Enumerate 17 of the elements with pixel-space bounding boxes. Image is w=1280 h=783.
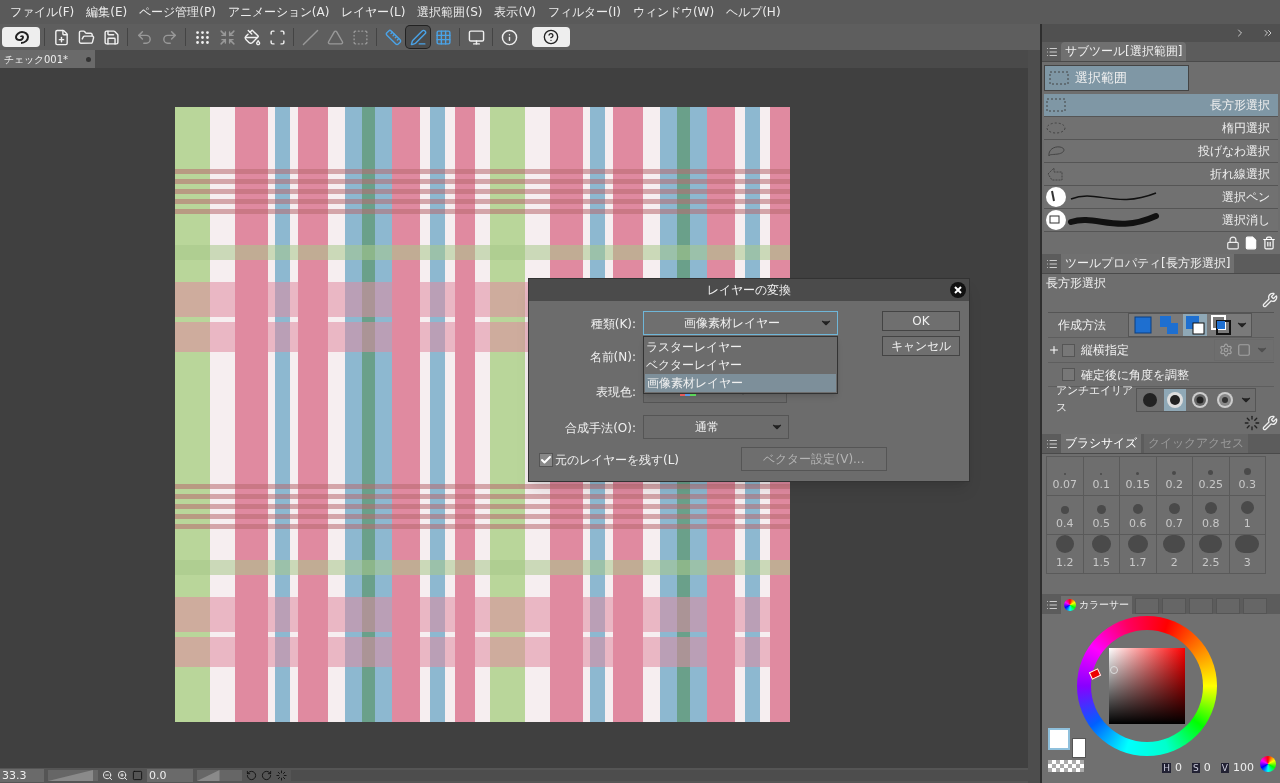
aspect-label: 縦横指定 — [1081, 342, 1130, 359]
channel-value: 0 — [1203, 760, 1211, 776]
type-label: 種類(K): — [590, 316, 636, 333]
dialog-title: レイヤーの変換 — [707, 282, 791, 299]
channel-value: 0 — [1175, 760, 1183, 776]
channel-value: 100 — [1233, 760, 1254, 776]
channel-key: V — [1220, 763, 1229, 774]
method-label: 作成方法 — [1057, 317, 1107, 334]
antialias-label: アンチエイリアス — [1055, 383, 1134, 416]
adjust-angle-label: 確定後に角度を調整 — [1081, 366, 1189, 384]
name-label: 名前(N): — [589, 349, 636, 366]
channel-key: S — [1192, 763, 1200, 774]
tool-property-title: 長方形選択 — [1045, 275, 1107, 292]
blend-label: 合成手法(O): — [565, 420, 636, 437]
keep-original-label: 元のレイヤーを残す(L) — [555, 452, 680, 469]
channel-key: H — [1162, 763, 1172, 774]
color-mode-label: 表現色: — [595, 384, 636, 401]
